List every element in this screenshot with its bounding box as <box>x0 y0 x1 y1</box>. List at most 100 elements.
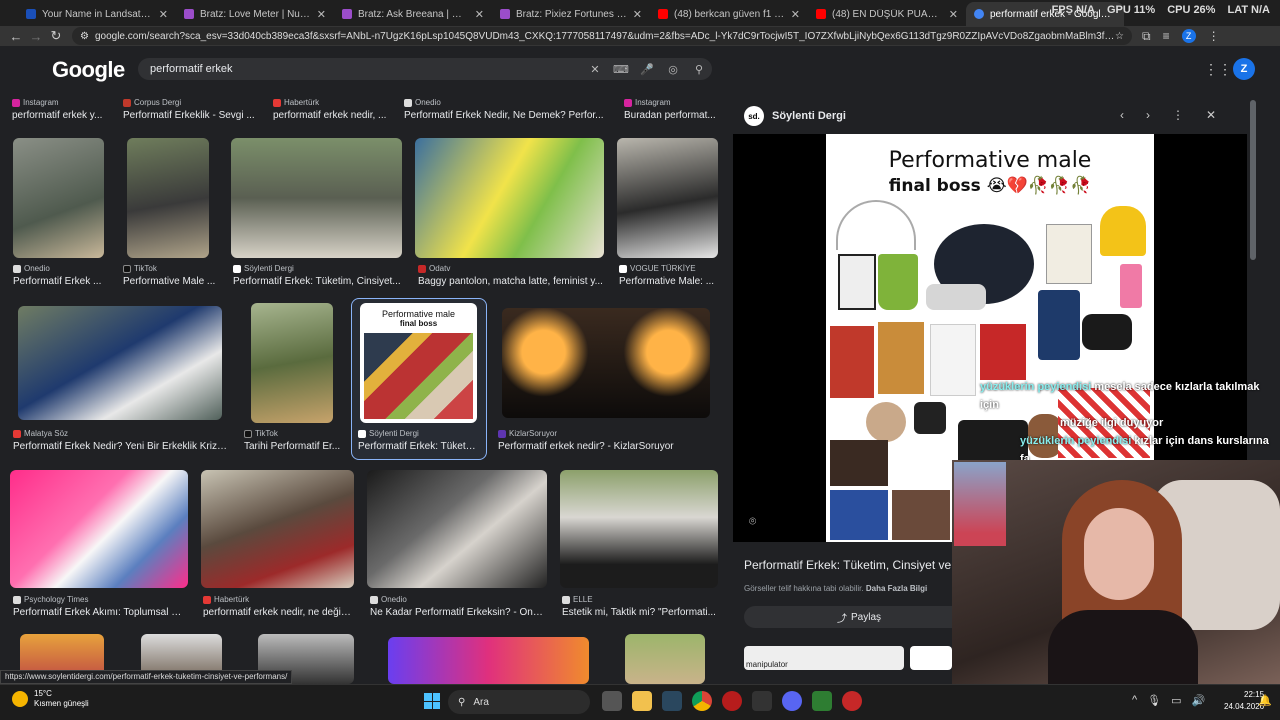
related-thumbnail[interactable] <box>910 646 952 670</box>
taskbar-search[interactable]: ⚲ Ara <box>448 690 590 714</box>
back-icon[interactable]: ← <box>6 29 26 44</box>
result-title[interactable]: Performative Male: ... <box>619 276 719 287</box>
person-face <box>1084 508 1154 600</box>
result-title[interactable]: Estetik mi, Taktik mi? "Performati... <box>562 607 718 618</box>
search-box[interactable]: performatif erkek ✕ ⌨ 🎤 ◎ ⚲ <box>138 58 712 80</box>
app-recording-icon[interactable] <box>842 691 862 711</box>
corpus-icon <box>123 98 131 107</box>
result-title[interactable]: Performatif Erkek Nedir, Ne Demek? Perfo… <box>404 110 604 121</box>
app-green-icon[interactable] <box>812 691 832 711</box>
result-title[interactable]: Ne Kadar Performatif Erkeksin? - One... <box>370 607 546 618</box>
voice-search-icon[interactable]: 🎤 <box>634 63 660 76</box>
tiktok-icon <box>123 264 131 273</box>
search-icon[interactable]: ⚲ <box>686 63 712 76</box>
task-view-icon[interactable] <box>602 691 622 711</box>
result-thumbnail[interactable] <box>201 470 354 588</box>
bookmark-star-icon[interactable]: ☆ <box>1115 31 1124 42</box>
result-title[interactable]: performatif erkek nedir, ... <box>273 110 393 121</box>
lat-label: LAT <box>1227 4 1249 16</box>
close-tab-icon[interactable]: ✕ <box>633 8 642 21</box>
odatv-icon <box>418 264 426 273</box>
result-thumbnail[interactable] <box>10 470 188 588</box>
result-thumbnail[interactable] <box>127 138 209 258</box>
reading-list-icon[interactable]: ≡ <box>1163 29 1170 43</box>
microphone-icon[interactable]: 🎙 <box>1147 694 1161 707</box>
next-result-icon[interactable]: › <box>1146 108 1150 122</box>
result-thumbnail[interactable] <box>251 303 333 423</box>
result-thumbnail[interactable] <box>231 138 402 258</box>
close-tab-icon[interactable]: ✕ <box>791 8 800 21</box>
app-red-icon[interactable] <box>722 691 742 711</box>
result-thumbnail[interactable] <box>13 138 104 258</box>
close-tab-icon[interactable]: ✕ <box>159 8 168 21</box>
result-title[interactable]: Performative Male ... <box>123 276 223 287</box>
site-info-icon[interactable]: ⚙ <box>80 31 89 42</box>
result-title[interactable]: Performatif Erkek Akımı: Toplumsal Ci... <box>13 607 185 618</box>
browser-profile-avatar[interactable]: Z <box>1181 29 1196 43</box>
tab-youtube-f1[interactable]: (48) berkcan güven f1 - YouTube ✕ <box>650 2 808 26</box>
browser-menu-icon[interactable]: ⋮ <box>1208 29 1220 43</box>
reload-icon[interactable]: ↻ <box>46 28 66 44</box>
close-tab-icon[interactable]: ✕ <box>475 8 484 21</box>
clear-search-icon[interactable]: ✕ <box>582 63 608 76</box>
preview-scrollbar[interactable] <box>1250 100 1256 260</box>
show-hidden-icons-icon[interactable]: ^ <box>1132 694 1137 707</box>
result-title[interactable]: Buradan performat... <box>624 110 720 121</box>
tab-pixiez[interactable]: Bratz: Pixiez Fortunes | NuMuKi ✕ <box>492 2 650 26</box>
keyboard-icon[interactable]: ⌨ <box>608 63 634 76</box>
tab-youtube-yurt[interactable]: (48) EN DÜŞÜK PUANLI YURT D ✕ <box>808 2 966 26</box>
weather-widget[interactable]: 15°C Kısmen güneşli <box>12 689 89 709</box>
result-thumbnail[interactable] <box>415 138 604 258</box>
result-thumbnail[interactable] <box>502 308 710 418</box>
notification-bell-icon[interactable]: 🔔 <box>1258 694 1272 707</box>
result-title[interactable]: Performatif Erkek: Tüketim, Cinsiyet... <box>233 276 403 287</box>
result-title[interactable]: Performatif Erkek ... <box>13 276 113 287</box>
close-preview-icon[interactable]: ✕ <box>1206 108 1216 122</box>
steam-icon[interactable] <box>662 691 682 711</box>
tab-nasa[interactable]: Your Name in Landsat - NASA ✕ <box>18 2 176 26</box>
result-thumbnail[interactable] <box>560 470 718 588</box>
previous-result-icon[interactable]: ‹ <box>1120 108 1124 122</box>
chrome-icon[interactable] <box>692 691 712 711</box>
share-button[interactable]: ⤴ Paylaş <box>744 606 974 628</box>
fps-label: FPS <box>1051 4 1073 16</box>
lens-search-icon[interactable]: ◎ <box>660 63 686 76</box>
preview-source[interactable]: sd. Söylenti Dergi <box>744 106 846 126</box>
result-title[interactable]: performatif erkek nedir, ne değil... <box>203 607 351 618</box>
result-title[interactable]: Performatif erkek nedir? - KizlarSoruyor <box>498 441 708 452</box>
google-logo[interactable]: Google <box>52 57 125 83</box>
discord-icon[interactable] <box>782 691 802 711</box>
result-thumbnail[interactable] <box>388 637 589 684</box>
result-title[interactable]: Tarihi Performatif Er... <box>244 441 342 452</box>
more-options-icon[interactable]: ⋮ <box>1172 108 1184 122</box>
tab-love-meter[interactable]: Bratz: Love Meter | NuMuKi ✕ <box>176 2 334 26</box>
onedio-icon <box>13 264 21 273</box>
lens-icon[interactable]: ⌾ <box>749 514 756 529</box>
result-thumbnail[interactable] <box>625 634 705 684</box>
result-title[interactable]: performatif erkek y... <box>12 110 112 121</box>
network-icon[interactable]: ▭ <box>1171 694 1181 707</box>
search-input[interactable]: performatif erkek <box>150 63 582 75</box>
result-thumbnail[interactable] <box>617 138 718 258</box>
extensions-icon[interactable]: ⧉ <box>1142 29 1151 44</box>
volume-icon[interactable]: 🔊 <box>1192 694 1206 707</box>
file-explorer-icon[interactable] <box>632 691 652 711</box>
close-tab-icon[interactable]: ✕ <box>317 8 326 21</box>
address-bar[interactable]: ⚙ google.com/search?sca_esv=33d040cb389e… <box>72 27 1132 45</box>
result-thumbnail[interactable] <box>367 470 547 588</box>
windows-start-icon[interactable] <box>424 693 440 709</box>
result-title[interactable]: Performatif Erkek: Tüketi... <box>358 441 476 452</box>
result-title[interactable]: Performatif Erkek Nedir? Yeni Bir Erkekl… <box>13 441 228 452</box>
result-title[interactable]: Baggy pantolon, matcha latte, feminist y… <box>418 276 604 287</box>
result-thumbnail-selected[interactable]: Performative male final boss <box>360 303 477 423</box>
preview-title[interactable]: Performatif Erkek: Tüketim, Cinsiyet ve <box>744 558 951 572</box>
terminal-icon[interactable] <box>752 691 772 711</box>
account-avatar[interactable]: Z <box>1233 58 1255 80</box>
tab-ask-breeana[interactable]: Bratz: Ask Breeana | NuMuKi ✕ <box>334 2 492 26</box>
forward-icon[interactable]: → <box>26 29 46 44</box>
more-info-link[interactable]: Daha Fazla Bilgi <box>866 584 927 593</box>
result-thumbnail[interactable] <box>18 306 222 420</box>
close-tab-icon[interactable]: ✕ <box>949 8 958 21</box>
related-thumbnail[interactable]: manipulator <box>744 646 904 670</box>
result-title[interactable]: Performatif Erkeklik - Sevgi ... <box>123 110 263 121</box>
